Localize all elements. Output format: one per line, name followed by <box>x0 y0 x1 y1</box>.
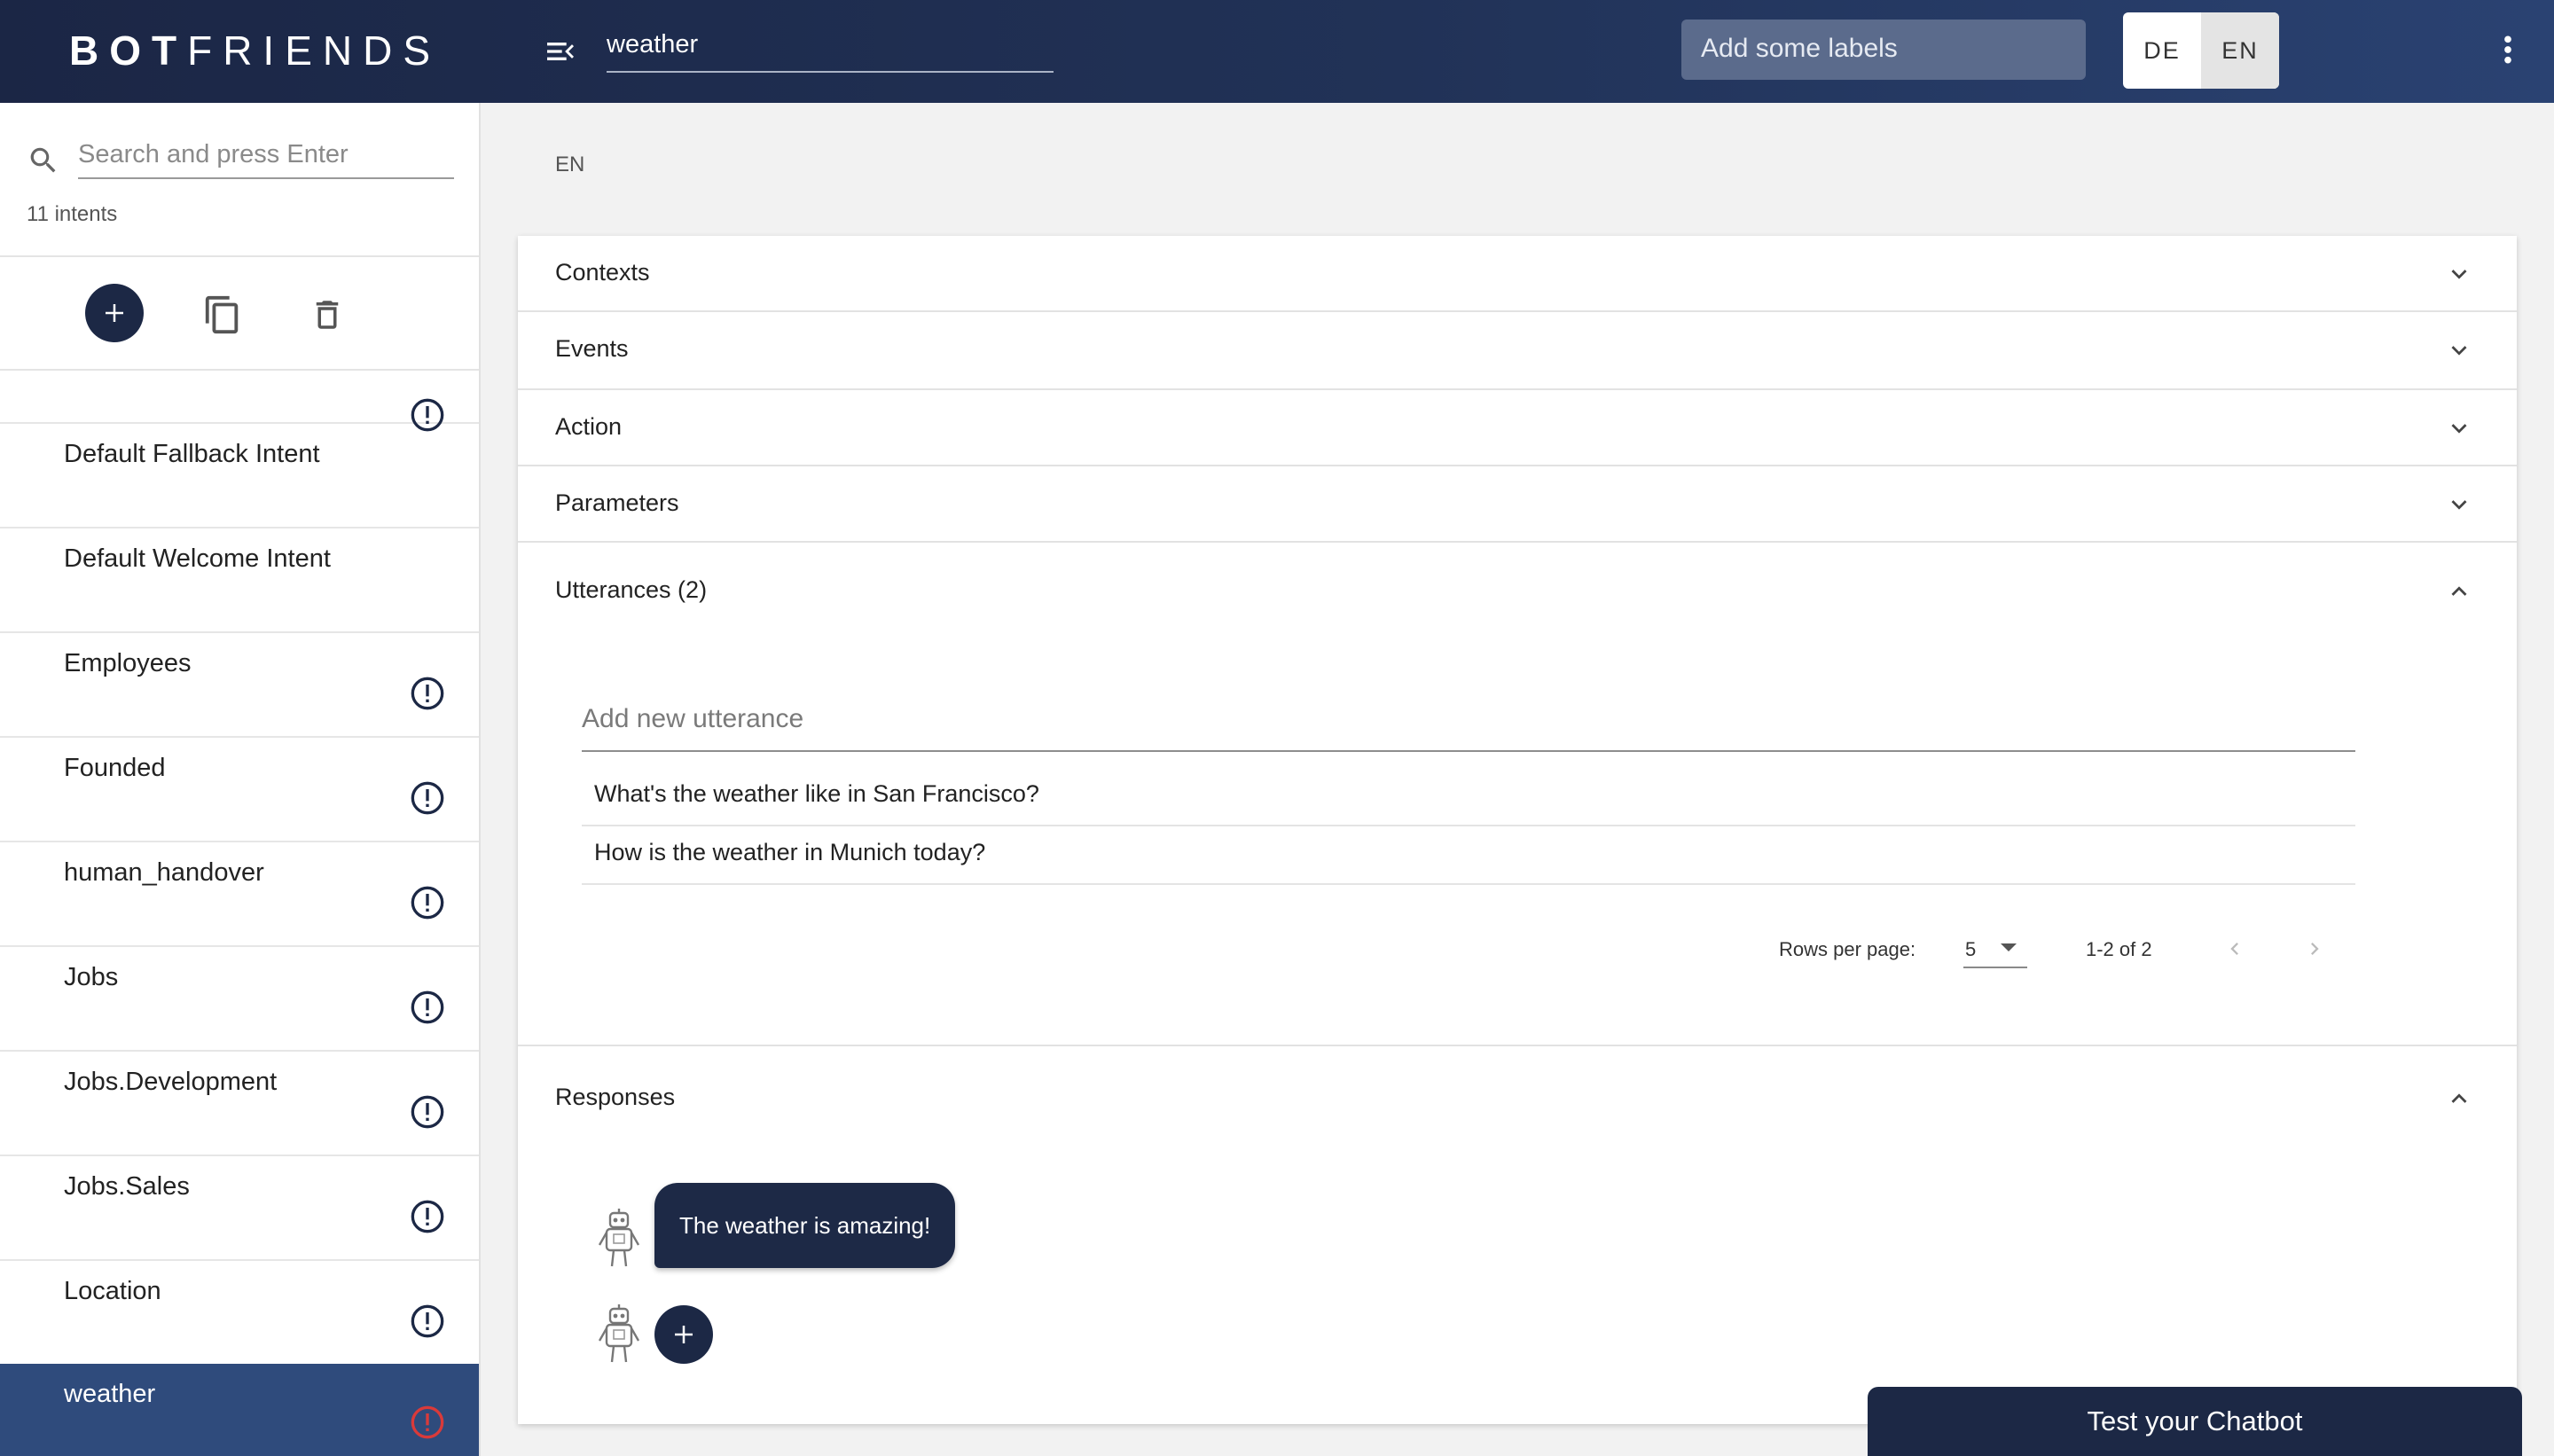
rows-per-page-select[interactable]: 5 <box>1963 928 2027 968</box>
list-item[interactable]: Jobs.Sales <box>0 1156 479 1261</box>
action-panel-header[interactable]: Action <box>518 390 2517 466</box>
parameters-panel-header[interactable]: Parameters <box>518 466 2517 543</box>
search-input[interactable]: Search and press Enter <box>78 135 454 179</box>
top-bar: BOT FRIENDS weather Add some labels DE EN <box>0 0 2554 103</box>
chevron-left-icon[interactable] <box>2222 936 2247 961</box>
response-bubble[interactable]: The weather is amazing! <box>654 1183 956 1268</box>
plus-icon <box>106 304 123 322</box>
menu-collapse-icon[interactable] <box>543 34 578 69</box>
intent-label: Default Welcome Intent <box>64 544 331 573</box>
intent-label: Founded <box>64 754 166 782</box>
intent-label: Employees <box>64 649 192 677</box>
intent-search: Search and press Enter <box>27 135 454 179</box>
list-item[interactable]: human_handover <box>0 842 479 947</box>
delete-intent-button[interactable] <box>309 294 346 335</box>
test-chatbot-button[interactable]: Test your Chatbot <box>1868 1387 2522 1456</box>
chevron-up-icon[interactable] <box>2444 1084 2474 1114</box>
plus-icon <box>675 1326 693 1343</box>
language-switch: DE EN <box>2123 12 2279 89</box>
chevron-down-icon <box>2451 500 2467 510</box>
warning-icon <box>411 1405 444 1439</box>
chevron-down-icon <box>2451 270 2467 279</box>
warning-icon <box>411 886 444 920</box>
intent-detail-card: Contexts Events Action Parameters Uttera… <box>518 236 2517 1424</box>
contexts-panel-header[interactable]: Contexts <box>518 236 2517 312</box>
bot-avatar-icon <box>598 1209 640 1267</box>
intent-count: 11 intents <box>27 202 118 226</box>
list-item[interactable]: Default Fallback Intent <box>0 424 479 528</box>
search-icon <box>30 147 56 173</box>
logo-light-text: FRIENDS <box>187 27 442 74</box>
panel-title: Parameters <box>555 489 679 516</box>
list-item[interactable]: Founded <box>0 738 479 842</box>
copy-intent-button[interactable] <box>202 294 243 335</box>
intent-list: Default Fallback Intent Default Welcome … <box>0 371 479 1456</box>
add-utterance-input[interactable]: Add new utterance <box>582 701 2355 752</box>
bot-avatar-icon <box>598 1304 640 1363</box>
panel-title: Utterances (2) <box>555 576 708 603</box>
list-item[interactable]: Default Welcome Intent <box>0 528 479 633</box>
chevron-right-icon[interactable] <box>2302 936 2327 961</box>
list-item[interactable]: Jobs.Development <box>0 1052 479 1156</box>
panel-title: Events <box>555 335 629 362</box>
language-en-button[interactable]: EN <box>2201 12 2279 89</box>
intent-sidebar: Search and press Enter 11 intents Defaul… <box>0 103 481 1456</box>
intent-label: Jobs <box>64 963 119 991</box>
warning-icon <box>411 1304 444 1338</box>
logo-bold-text: BOT <box>69 27 188 74</box>
trash-icon <box>316 301 339 329</box>
add-intent-button[interactable] <box>85 284 144 342</box>
language-de-button[interactable]: DE <box>2123 12 2201 89</box>
panel-title: Contexts <box>555 259 650 286</box>
current-language-label: EN <box>555 153 585 176</box>
copy-icon <box>205 295 239 334</box>
chevron-down-icon <box>2451 346 2467 356</box>
utterance-row[interactable]: What's the weather like in San Francisco… <box>582 768 2355 826</box>
add-response-button[interactable] <box>654 1305 713 1364</box>
warning-icon <box>411 990 444 1024</box>
caret-down-icon <box>2001 943 2017 951</box>
events-panel-header[interactable]: Events <box>518 312 2517 390</box>
panel-title: Action <box>555 413 623 440</box>
warning-icon <box>411 677 444 710</box>
more-options-icon[interactable] <box>2492 32 2524 67</box>
panel-title: Responses <box>555 1084 676 1110</box>
rows-per-page-label: Rows per page: <box>1779 938 1916 960</box>
logo: BOT FRIENDS <box>69 27 441 74</box>
list-item[interactable]: Location <box>0 1261 479 1366</box>
intent-label: human_handover <box>64 858 264 887</box>
intent-label: Jobs.Development <box>64 1068 278 1096</box>
warning-icon <box>411 1200 444 1233</box>
intent-name-input[interactable]: weather <box>607 25 1054 73</box>
rows-per-page-value: 5 <box>1965 938 1977 960</box>
intent-label: weather <box>64 1380 156 1408</box>
intent-label: Jobs.Sales <box>64 1172 190 1201</box>
page-range: 1-2 of 2 <box>2086 938 2152 960</box>
utterance-row[interactable]: How is the weather in Munich today? <box>582 826 2355 885</box>
list-item[interactable] <box>0 371 479 432</box>
list-item[interactable]: Employees <box>0 633 479 738</box>
list-item[interactable]: Jobs <box>0 947 479 1052</box>
intent-label: Default Fallback Intent <box>64 440 320 468</box>
utterance-pagination: Rows per page: 5 1-2 of 2 <box>518 928 2517 972</box>
labels-input[interactable]: Add some labels <box>1681 20 2086 80</box>
intent-label: Location <box>64 1277 161 1305</box>
chevron-up-icon[interactable] <box>2444 576 2474 607</box>
list-item-selected[interactable]: weather <box>0 1364 479 1456</box>
chevron-down-icon <box>2451 424 2467 434</box>
intent-actions <box>0 255 479 371</box>
warning-icon <box>411 1095 444 1129</box>
warning-icon <box>411 781 444 815</box>
